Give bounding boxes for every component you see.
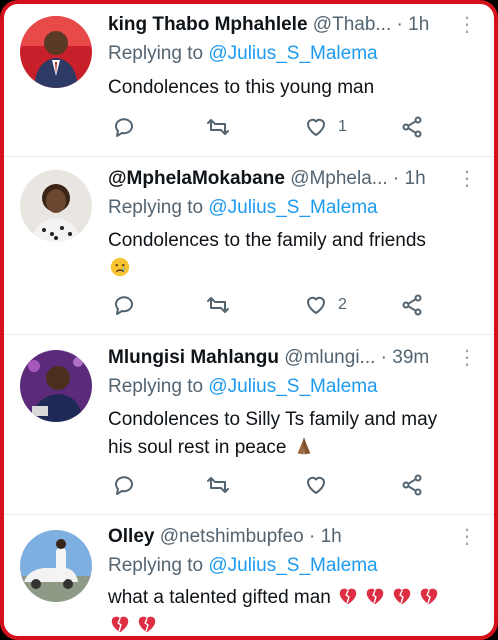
reply-icon bbox=[115, 296, 133, 315]
avatar[interactable] bbox=[20, 170, 92, 242]
crying-face-emoji-icon bbox=[110, 257, 130, 277]
man-purple-background-avatar-icon bbox=[20, 350, 92, 422]
share-button[interactable] bbox=[400, 290, 424, 320]
share-icon bbox=[402, 116, 422, 138]
tweet-text-line: Condolences to this young man bbox=[108, 77, 375, 98]
person-with-car-avatar-icon bbox=[20, 530, 92, 602]
person-suit-avatar-icon bbox=[20, 16, 92, 88]
timestamp[interactable]: · 1h bbox=[309, 526, 342, 547]
tweet-text-line-with-emoji: his soul rest in peace bbox=[108, 434, 476, 462]
emoji-line bbox=[108, 612, 476, 636]
retweet-button[interactable] bbox=[206, 290, 230, 320]
user-handle[interactable]: @Thab... bbox=[313, 14, 391, 35]
tweet-header: Mlungisi Mahlangu @mlungi... · 39m ⋮ bbox=[108, 345, 476, 371]
reply-icon bbox=[115, 476, 133, 495]
more-options-icon[interactable]: ⋮ bbox=[457, 166, 476, 192]
replying-to-label: Replying to bbox=[108, 197, 204, 218]
like-button[interactable]: 2 bbox=[304, 290, 347, 320]
mention-link[interactable]: @Julius_S_Malema bbox=[208, 555, 377, 576]
user-handle[interactable]: @netshimbupfeo bbox=[160, 526, 304, 547]
display-name[interactable]: Mlungisi Mahlangu bbox=[108, 347, 279, 368]
tweet-header: @MphelaMokabane @Mphela... · 1h ⋮ bbox=[108, 166, 476, 192]
reply-tweet[interactable]: @MphelaMokabane @Mphela... · 1h ⋮ Replyi… bbox=[4, 156, 494, 335]
folded-hands-emoji-icon bbox=[297, 437, 311, 455]
tweet-actions: 2 bbox=[108, 290, 464, 320]
heart-icon bbox=[307, 296, 325, 314]
display-name[interactable]: @MphelaMokabane bbox=[108, 168, 285, 189]
tweet-header: Olley @netshimbupfeo · 1h ⋮ bbox=[108, 524, 476, 550]
reply-tweet[interactable]: Olley @netshimbupfeo · 1h ⋮ Replying to … bbox=[4, 514, 494, 636]
more-options-icon[interactable]: ⋮ bbox=[457, 345, 476, 371]
reply-tweet[interactable]: Mlungisi Mahlangu @mlungi... · 39m ⋮ Rep… bbox=[4, 334, 494, 515]
retweet-icon bbox=[207, 477, 229, 493]
timestamp[interactable]: · 1h bbox=[393, 168, 426, 189]
user-handle[interactable]: @Mphela... bbox=[290, 168, 387, 189]
tweet-text-line: his soul rest in peace bbox=[108, 437, 287, 458]
tweet-text: Condolences to this young man bbox=[108, 74, 476, 102]
tweet-actions: 1 bbox=[108, 112, 464, 142]
retweet-button[interactable] bbox=[206, 470, 230, 500]
avatar[interactable] bbox=[20, 530, 92, 602]
more-options-icon[interactable]: ⋮ bbox=[457, 524, 476, 550]
reply-icon bbox=[115, 118, 133, 137]
display-name[interactable]: Olley bbox=[108, 526, 154, 547]
screenshot-frame: king Thabo Mphahlele @Thab... · 1h ⋮ Rep… bbox=[0, 0, 498, 640]
timestamp[interactable]: · 1h bbox=[397, 14, 430, 35]
tweet-text-line: what a talented gifted man bbox=[108, 587, 331, 608]
replying-to-label: Replying to bbox=[108, 43, 204, 64]
replying-to: Replying to @Julius_S_Malema bbox=[108, 195, 378, 221]
tweet-text-line: Condolences to the family and friends bbox=[108, 230, 426, 251]
broken-heart-emoji-icon bbox=[393, 588, 411, 605]
tweet-text-line: Condolences to Silly Ts family and may bbox=[108, 409, 438, 430]
replying-to: Replying to @Julius_S_Malema bbox=[108, 374, 378, 400]
mention-link[interactable]: @Julius_S_Malema bbox=[208, 197, 377, 218]
reply-button[interactable] bbox=[112, 470, 136, 500]
mention-link[interactable]: @Julius_S_Malema bbox=[208, 43, 377, 64]
emoji-line bbox=[108, 255, 476, 283]
more-options-icon[interactable]: ⋮ bbox=[457, 12, 476, 38]
reply-tweet[interactable]: king Thabo Mphahlele @Thab... · 1h ⋮ Rep… bbox=[4, 4, 494, 157]
replying-to: Replying to @Julius_S_Malema bbox=[108, 41, 378, 67]
tweet-actions bbox=[108, 470, 464, 500]
tweet-text: Condolences to Silly Ts family and may h… bbox=[108, 406, 476, 462]
replying-to-label: Replying to bbox=[108, 555, 204, 576]
reply-button[interactable] bbox=[112, 112, 136, 142]
share-icon bbox=[402, 294, 422, 316]
tweet-text-line-with-emoji: what a talented gifted man bbox=[108, 584, 476, 612]
woman-portrait-avatar-icon bbox=[20, 170, 92, 242]
replying-to-label: Replying to bbox=[108, 376, 204, 397]
timestamp[interactable]: · 39m bbox=[381, 347, 430, 368]
like-button[interactable] bbox=[304, 470, 328, 500]
mention-link[interactable]: @Julius_S_Malema bbox=[208, 376, 377, 397]
avatar[interactable] bbox=[20, 16, 92, 88]
retweet-button[interactable] bbox=[206, 112, 230, 142]
tweet-header: king Thabo Mphahlele @Thab... · 1h ⋮ bbox=[108, 12, 476, 38]
display-name[interactable]: king Thabo Mphahlele bbox=[108, 14, 308, 35]
user-handle[interactable]: @mlungi... bbox=[284, 347, 375, 368]
share-button[interactable] bbox=[400, 470, 424, 500]
broken-heart-emoji-icon bbox=[111, 616, 129, 633]
like-count: 1 bbox=[338, 118, 347, 135]
retweet-icon bbox=[207, 119, 229, 135]
share-icon bbox=[402, 474, 422, 496]
heart-icon bbox=[307, 118, 325, 136]
like-button[interactable]: 1 bbox=[304, 112, 347, 142]
retweet-icon bbox=[207, 297, 229, 313]
share-button[interactable] bbox=[400, 112, 424, 142]
tweet-text: Condolences to the family and friends bbox=[108, 227, 476, 283]
replying-to: Replying to @Julius_S_Malema bbox=[108, 553, 378, 579]
reply-button[interactable] bbox=[112, 290, 136, 320]
heart-icon bbox=[307, 476, 325, 494]
broken-heart-emoji-icon bbox=[366, 588, 384, 605]
avatar[interactable] bbox=[20, 350, 92, 422]
like-count: 2 bbox=[338, 296, 347, 313]
broken-heart-emoji-icon bbox=[339, 588, 357, 605]
broken-heart-emoji-icon bbox=[138, 616, 156, 633]
tweet-text: what a talented gifted man bbox=[108, 584, 476, 636]
broken-heart-emoji-icon bbox=[420, 588, 438, 605]
